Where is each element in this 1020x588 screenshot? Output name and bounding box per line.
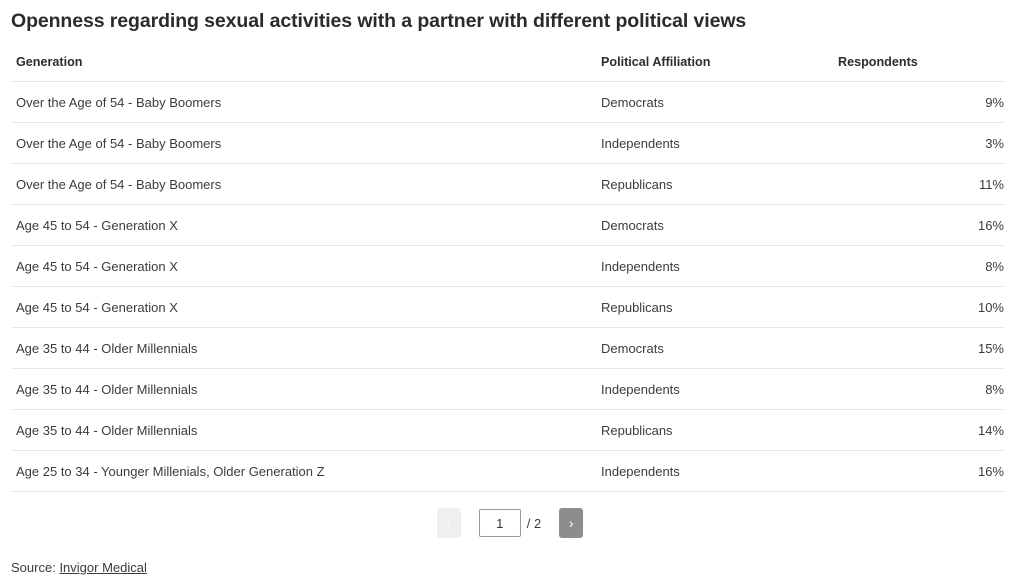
table-row: Over the Age of 54 - Baby Boomers Democra… bbox=[11, 81, 1005, 123]
cell-affiliation: Republicans bbox=[601, 409, 838, 451]
cell-affiliation: Independents bbox=[601, 368, 838, 410]
column-header-generation[interactable]: Generation bbox=[11, 55, 601, 82]
table-row: Over the Age of 54 - Baby Boomers Republi… bbox=[11, 163, 1005, 205]
cell-respondents: 16% bbox=[838, 204, 1005, 246]
cell-generation: Age 45 to 54 - Generation X bbox=[11, 245, 601, 287]
table-header-row: Generation Political Affiliation Respond… bbox=[11, 55, 1005, 82]
page-number-input[interactable] bbox=[478, 509, 521, 537]
cell-affiliation: Republicans bbox=[601, 286, 838, 328]
cell-respondents: 8% bbox=[838, 368, 1005, 410]
column-header-respondents[interactable]: Respondents bbox=[838, 55, 1005, 82]
page-title: Openness regarding sexual activities wit… bbox=[11, 10, 747, 32]
previous-page-button[interactable]: ‹ bbox=[436, 508, 461, 538]
cell-respondents: 15% bbox=[838, 327, 1005, 369]
table-row: Age 45 to 54 - Generation X Republicans 10… bbox=[11, 286, 1005, 328]
cell-affiliation: Independents bbox=[601, 450, 838, 492]
cell-respondents: 3% bbox=[838, 122, 1005, 164]
cell-generation: Age 35 to 44 - Older Millennials bbox=[11, 368, 601, 410]
table-row: Age 25 to 34 - Younger Millenials, Older… bbox=[11, 450, 1005, 492]
data-table-page: Openness regarding sexual activities wit… bbox=[0, 0, 1020, 588]
total-pages-label: / 2 bbox=[526, 515, 542, 531]
data-table: Generation Political Affiliation Respond… bbox=[11, 55, 1005, 492]
cell-generation: Age 45 to 54 - Generation X bbox=[11, 286, 601, 328]
source-link[interactable]: Invigor Medical bbox=[59, 560, 146, 575]
table-body: Over the Age of 54 - Baby Boomers Democra… bbox=[11, 81, 1005, 492]
source-footer: Source: Invigor Medical bbox=[11, 560, 147, 575]
table-row: Age 45 to 54 - Generation X Democrats 16% bbox=[11, 204, 1005, 246]
cell-affiliation: Democrats bbox=[601, 81, 838, 123]
cell-affiliation: Democrats bbox=[601, 204, 838, 246]
cell-respondents: 9% bbox=[838, 81, 1005, 123]
cell-respondents: 10% bbox=[838, 286, 1005, 328]
table-container: Generation Political Affiliation Respond… bbox=[11, 55, 1005, 492]
cell-generation: Age 35 to 44 - Older Millennials bbox=[11, 327, 601, 369]
cell-respondents: 11% bbox=[838, 163, 1005, 205]
cell-affiliation: Independents bbox=[601, 245, 838, 287]
pagination-controls: ‹ / 2 › bbox=[0, 508, 1020, 538]
cell-generation: Over the Age of 54 - Baby Boomers bbox=[11, 122, 601, 164]
table-row: Age 35 to 44 - Older Millennials Democrat… bbox=[11, 327, 1005, 369]
cell-respondents: 16% bbox=[838, 450, 1005, 492]
cell-affiliation: Independents bbox=[601, 122, 838, 164]
column-header-political-affiliation[interactable]: Political Affiliation bbox=[601, 55, 838, 82]
cell-generation: Age 25 to 34 - Younger Millenials, Older… bbox=[11, 450, 601, 492]
source-prefix-label: Source: bbox=[11, 560, 56, 575]
cell-generation: Over the Age of 54 - Baby Boomers bbox=[11, 81, 601, 123]
cell-affiliation: Democrats bbox=[601, 327, 838, 369]
table-row: Age 35 to 44 - Older Millennials Independ… bbox=[11, 368, 1005, 410]
cell-generation: Age 45 to 54 - Generation X bbox=[11, 204, 601, 246]
cell-respondents: 8% bbox=[838, 245, 1005, 287]
table-head: Generation Political Affiliation Respond… bbox=[11, 55, 1005, 82]
table-row: Age 45 to 54 - Generation X Independents 8… bbox=[11, 245, 1005, 287]
table-row: Age 35 to 44 - Older Millennials Republic… bbox=[11, 409, 1005, 451]
cell-affiliation: Republicans bbox=[601, 163, 838, 205]
cell-generation: Age 35 to 44 - Older Millennials bbox=[11, 409, 601, 451]
cell-respondents: 14% bbox=[838, 409, 1005, 451]
next-page-button[interactable]: › bbox=[559, 508, 584, 538]
cell-generation: Over the Age of 54 - Baby Boomers bbox=[11, 163, 601, 205]
table-row: Over the Age of 54 - Baby Boomers Indepen… bbox=[11, 122, 1005, 164]
